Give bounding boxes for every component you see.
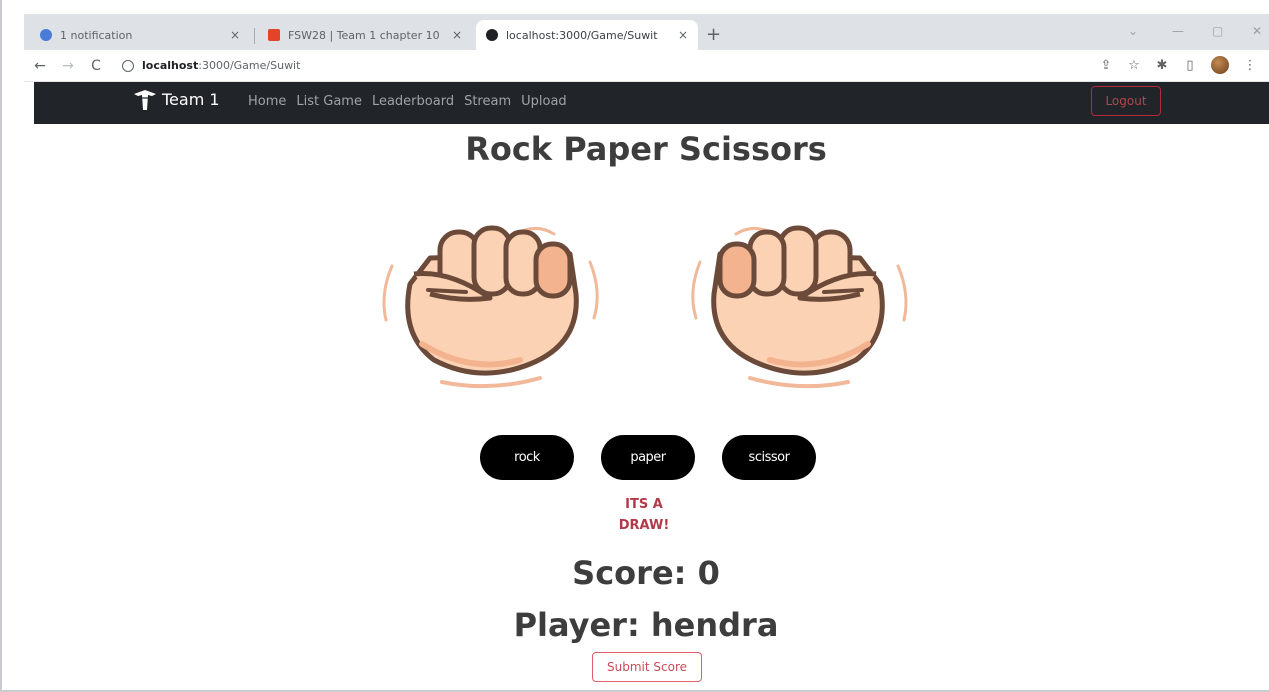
player-rock-hand-icon <box>382 225 599 389</box>
back-arrow-icon[interactable]: ← <box>28 58 52 74</box>
submit-score-button[interactable]: Submit Score <box>592 652 702 682</box>
notification-favicon-icon <box>40 29 52 41</box>
tab-gitlab[interactable]: FSW28 | Team 1 chapter 10 · GitLab × <box>258 20 472 50</box>
address-path: :3000/Game/Suwit <box>198 59 301 72</box>
tab-search-icon[interactable]: ⌄ <box>1128 24 1138 38</box>
brand-name: Team 1 <box>162 89 220 109</box>
game-content: Rock Paper Scissors rock paper scissor I… <box>34 124 1269 690</box>
address-host: localhost <box>142 59 199 72</box>
player-display: Player: hendra <box>513 606 779 644</box>
address-bar[interactable]: localhost:3000/Game/Suwit <box>122 59 300 72</box>
nav-link-home[interactable]: Home <box>248 94 286 109</box>
profile-avatar[interactable] <box>1211 56 1229 74</box>
tab-close-icon[interactable]: × <box>230 28 240 42</box>
close-window-icon[interactable]: ✕ <box>1252 24 1262 38</box>
tab-localhost-game[interactable]: localhost:3000/Game/Suwit × <box>476 20 698 50</box>
score-display: Score: 0 <box>572 554 720 592</box>
navbar-brand[interactable]: Team 1 <box>132 86 220 112</box>
result-line-1: ITS A <box>625 497 663 512</box>
choice-buttons: rock paper scissor <box>480 435 816 480</box>
new-tab-button[interactable]: + <box>706 24 721 45</box>
brand-logo-icon <box>134 90 156 110</box>
browser-window: 1 notification × FSW28 | Team 1 chapter … <box>0 0 1269 692</box>
nav-link-stream[interactable]: Stream <box>464 94 511 109</box>
game-result: ITS A DRAW! <box>594 494 694 536</box>
forward-arrow-icon[interactable]: → <box>56 58 80 74</box>
nav-links: Home List Game Leaderboard Stream Upload <box>248 94 567 109</box>
scissor-button[interactable]: scissor <box>722 435 816 480</box>
tab-notification[interactable]: 1 notification × <box>30 20 250 50</box>
result-line-2: DRAW! <box>618 518 670 533</box>
maximize-icon[interactable]: ▢ <box>1212 24 1223 38</box>
tab-close-icon[interactable]: × <box>678 28 688 42</box>
tab-separator <box>254 28 255 44</box>
tab-title: FSW28 | Team 1 chapter 10 · GitLab <box>288 28 444 42</box>
nav-link-list-game[interactable]: List Game <box>296 94 362 109</box>
computer-rock-hand-icon <box>691 225 908 389</box>
sidepanel-icon[interactable]: ▯ <box>1183 58 1197 73</box>
tab-strip: 1 notification × FSW28 | Team 1 chapter … <box>24 14 1269 50</box>
page-title: Rock Paper Scissors <box>465 130 827 168</box>
paper-button[interactable]: paper <box>601 435 695 480</box>
toolbar-actions: ⇪ ☆ ✱ ▯ ⋮ <box>1099 56 1257 74</box>
share-icon[interactable]: ⇪ <box>1099 58 1113 73</box>
rock-button[interactable]: rock <box>480 435 574 480</box>
gitlab-favicon-icon <box>268 29 280 41</box>
tab-title: 1 notification <box>60 28 133 42</box>
reload-icon[interactable]: C <box>84 58 108 74</box>
nav-link-upload[interactable]: Upload <box>521 94 567 109</box>
extensions-icon[interactable]: ✱ <box>1155 58 1169 73</box>
tab-close-icon[interactable]: × <box>452 28 462 42</box>
menu-icon[interactable]: ⋮ <box>1243 58 1257 73</box>
tab-title: localhost:3000/Game/Suwit <box>506 28 658 42</box>
nav-link-leaderboard[interactable]: Leaderboard <box>372 94 454 109</box>
site-navbar: Team 1 Home List Game Leaderboard Stream… <box>34 82 1269 124</box>
site-info-icon[interactable] <box>122 59 134 72</box>
minimize-icon[interactable]: — <box>1172 24 1184 38</box>
logout-button[interactable]: Logout <box>1091 86 1161 116</box>
localhost-favicon-icon <box>486 29 498 41</box>
browser-toolbar: ← → C localhost:3000/Game/Suwit ⇪ ☆ ✱ ▯ … <box>24 50 1269 82</box>
star-icon[interactable]: ☆ <box>1127 58 1141 73</box>
